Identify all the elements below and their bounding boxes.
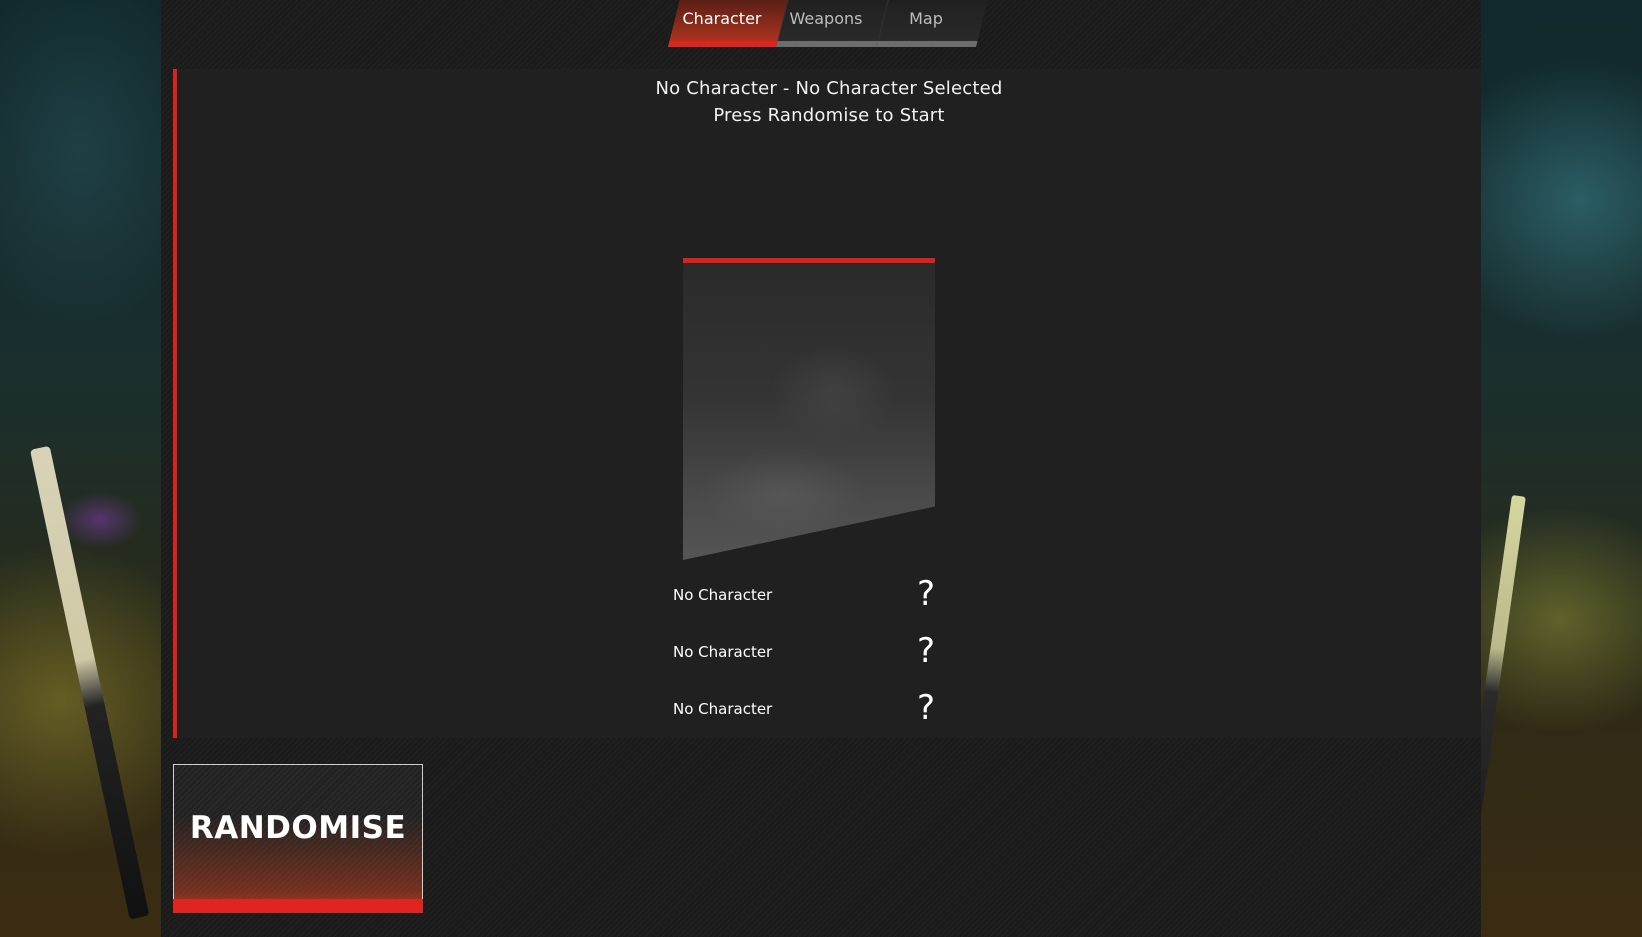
randomise-accent-bar — [173, 899, 423, 913]
character-slot-name: No Character — [673, 700, 773, 718]
character-slot: No Character ? — [673, 631, 943, 671]
character-portrait — [683, 258, 935, 560]
tab-bar: Character Weapons Map — [668, 0, 988, 47]
randomise-button-label: RANDOMISE — [189, 810, 407, 846]
question-mark-icon: ? — [917, 574, 936, 614]
character-slot: No Character ? — [673, 574, 943, 614]
tab-indicator — [776, 41, 878, 47]
tab-weapons[interactable]: Weapons — [776, 0, 888, 47]
tab-active-indicator — [668, 41, 778, 47]
randomise-button[interactable]: RANDOMISE — [173, 764, 423, 913]
question-mark-icon: ? — [917, 631, 936, 671]
question-mark-icon: ? — [917, 688, 936, 728]
character-panel: No Character - No Character Selected Pre… — [173, 69, 1481, 738]
tab-label: Map — [909, 9, 943, 28]
character-title: No Character - No Character Selected — [655, 78, 1003, 99]
portrait-accent-bar — [683, 258, 935, 263]
tab-character[interactable]: Character — [668, 0, 788, 47]
character-slot-name: No Character — [673, 643, 773, 661]
tab-indicator — [876, 41, 978, 47]
tab-map[interactable]: Map — [876, 0, 988, 47]
character-slot-name: No Character — [673, 586, 773, 604]
tab-label: Weapons — [789, 9, 863, 28]
character-subtitle: Press Randomise to Start — [713, 105, 945, 126]
app-root: Character Weapons Map No Character - No … — [0, 0, 1642, 937]
portrait-image — [683, 263, 935, 560]
tab-label: Character — [682, 9, 762, 28]
character-slot: No Character ? — [673, 688, 943, 728]
